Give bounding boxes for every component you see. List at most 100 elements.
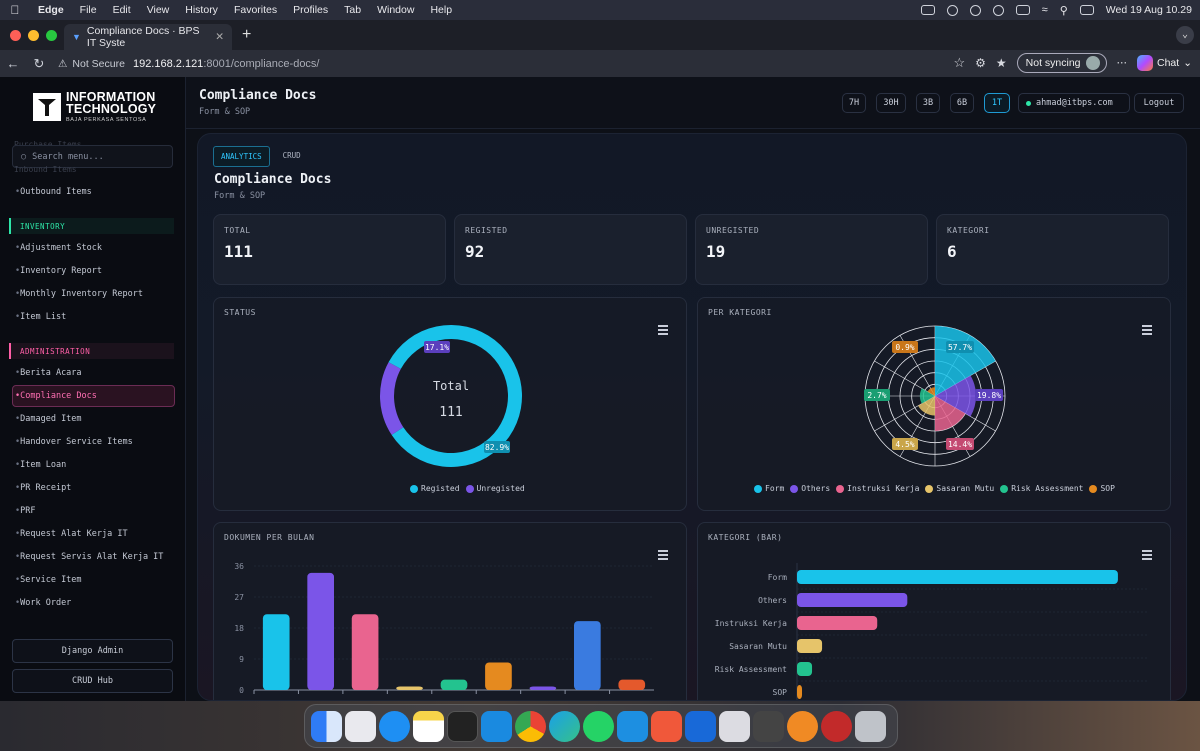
sidebar-item-monthly-inventory-report[interactable]: •Monthly Inventory Report	[15, 289, 143, 299]
donut-slice-unregisted[interactable]	[380, 362, 404, 435]
menubar-tab[interactable]: Tab	[336, 4, 369, 16]
url-field[interactable]: 192.168.2.121:8001/compliance-docs/	[133, 58, 320, 70]
sidebar-item-service-item[interactable]: •Service Item	[15, 575, 82, 585]
terminal-icon[interactable]	[447, 710, 478, 742]
legend-item-risk-assessment[interactable]: Risk Assessment	[1000, 484, 1083, 493]
sidebar-item-berita-acara[interactable]: •Berita Acara	[15, 368, 82, 378]
menubar-history[interactable]: History	[177, 4, 226, 16]
period-7h-button[interactable]: 7H	[842, 93, 866, 113]
favorite-star-icon[interactable]: ☆	[953, 55, 965, 71]
legend-item-instruksi-kerja[interactable]: Instruksi Kerja	[836, 484, 919, 493]
sidebar-item-item-list[interactable]: •Item List	[15, 312, 66, 322]
menubar-file[interactable]: File	[72, 4, 105, 16]
security-indicator[interactable]: ⚠ Not Secure	[58, 58, 125, 70]
sidebar-item-pr-receipt[interactable]: •PR Receipt	[15, 483, 71, 493]
monthly-bar[interactable]	[574, 621, 601, 690]
sidebar-item-outbound-items[interactable]: •Outbound Items	[15, 187, 92, 197]
menubar-help[interactable]: Help	[422, 4, 460, 16]
sidebar-item-adjustment-stock[interactable]: •Adjustment Stock	[15, 243, 102, 253]
menubar-favorites[interactable]: Favorites	[226, 4, 285, 16]
extensions-icon[interactable]: ⚙	[975, 56, 986, 70]
copilot-chat-button[interactable]: Chat ⌄	[1137, 55, 1192, 71]
play-icon[interactable]	[969, 4, 981, 16]
new-tab-icon[interactable]: +	[242, 26, 251, 44]
category-bar[interactable]	[797, 593, 908, 607]
legend-item-others[interactable]: Others	[790, 484, 830, 493]
sync-button[interactable]: Not syncing	[1016, 53, 1107, 73]
monthly-bar[interactable]	[351, 614, 379, 690]
monthly-bar[interactable]	[262, 614, 290, 690]
company-logo[interactable]: INFORMATION TECHNOLOGY BAJA PERKASA SENT…	[33, 91, 156, 123]
sidebar-item-inventory-report[interactable]: •Inventory Report	[15, 266, 102, 276]
vpn-icon[interactable]	[946, 4, 958, 16]
sidebar-item-compliance-docs[interactable]: • Compliance Docs	[12, 385, 175, 407]
monthly-bar[interactable]	[440, 679, 468, 690]
menubar-profiles[interactable]: Profiles	[285, 4, 336, 16]
control-center-icon[interactable]	[1079, 5, 1094, 15]
sidebar-item-handover-service-items[interactable]: •Handover Service Items	[15, 437, 133, 447]
sourcetree-icon[interactable]	[685, 710, 716, 742]
lock-app-icon[interactable]	[821, 710, 852, 742]
favorites-list-icon[interactable]: ★	[996, 56, 1007, 70]
screen-icon[interactable]	[920, 5, 935, 15]
crud-hub-button[interactable]: CRUD Hub	[12, 669, 173, 693]
menubar-view[interactable]: View	[139, 4, 178, 16]
period-30h-button[interactable]: 30H	[876, 93, 906, 113]
finder-icon[interactable]	[311, 710, 342, 742]
period-1t-button[interactable]: 1T	[984, 93, 1010, 113]
sidebar-item-inbound-items[interactable]: Inbound Items	[14, 165, 77, 174]
more-icon[interactable]: ⋯	[1117, 57, 1128, 69]
launchpad-icon[interactable]	[345, 710, 376, 742]
whatsapp-icon[interactable]	[583, 710, 614, 742]
monthly-bar[interactable]	[529, 686, 557, 690]
django-admin-button[interactable]: Django Admin	[12, 639, 173, 663]
menubar-window[interactable]: Window	[369, 4, 422, 16]
user-email-badge[interactable]: ahmad@itbps.com	[1018, 93, 1130, 113]
preview-icon[interactable]	[719, 710, 750, 742]
menubar-edit[interactable]: Edit	[105, 4, 139, 16]
moon-icon[interactable]	[992, 4, 1004, 16]
browser-tab[interactable]: ▼ Compliance Docs · BPS IT Syste ✕	[64, 24, 232, 50]
category-bar[interactable]	[797, 570, 1118, 584]
period-6b-button[interactable]: 6B	[950, 93, 974, 113]
sidebar-item-work-order[interactable]: •Work Order	[15, 598, 71, 608]
back-icon[interactable]: ←	[0, 56, 26, 71]
sidebar-item-prf[interactable]: •PRF	[15, 506, 35, 516]
logout-button[interactable]: Logout	[1134, 93, 1184, 113]
legend-item-sasaran-mutu[interactable]: Sasaran Mutu	[925, 484, 994, 493]
trash-icon[interactable]	[855, 710, 886, 742]
tab-crud[interactable]: CRUD	[276, 146, 308, 167]
category-bar[interactable]	[797, 662, 813, 676]
sidebar-item-request-alat-kerja-it[interactable]: •Request Alat Kerja IT	[15, 529, 128, 539]
legend-item-registed[interactable]: Registed	[410, 484, 460, 493]
monthly-bar[interactable]	[485, 662, 512, 690]
tab-list-chevron-icon[interactable]: ⌄	[1176, 26, 1194, 44]
safari-icon[interactable]	[379, 710, 410, 742]
docker-icon[interactable]	[617, 710, 648, 742]
menubar-clock[interactable]: Wed 19 Aug 10.29	[1106, 4, 1192, 16]
legend-item-sop[interactable]: SOP	[1089, 484, 1115, 493]
monthly-bar[interactable]	[618, 679, 646, 690]
chrome-icon[interactable]	[515, 710, 546, 742]
monthly-bar[interactable]	[396, 686, 423, 690]
legend-item-form[interactable]: Form	[754, 484, 784, 493]
spotlight-icon[interactable]: ⚲	[1060, 4, 1068, 17]
minimize-window-icon[interactable]	[28, 29, 39, 41]
monthly-bar[interactable]	[307, 572, 334, 690]
legend-item-unregisted[interactable]: Unregisted	[465, 484, 525, 493]
cloudflare-warp-icon[interactable]	[787, 710, 818, 742]
close-tab-icon[interactable]: ✕	[215, 31, 224, 43]
menubar-app[interactable]: Edge	[30, 4, 72, 16]
period-3b-button[interactable]: 3B	[916, 93, 940, 113]
edge-icon[interactable]	[549, 710, 580, 742]
battery-icon[interactable]	[1015, 5, 1030, 15]
vscode-icon[interactable]	[481, 710, 512, 742]
sidebar-item-item-loan[interactable]: •Item Loan	[15, 460, 66, 470]
close-window-icon[interactable]	[10, 29, 21, 41]
tab-analytics[interactable]: ANALYTICS	[213, 146, 270, 167]
notes-icon[interactable]	[413, 710, 444, 742]
reload-icon[interactable]: ↻	[26, 56, 52, 72]
pen-app-icon[interactable]	[651, 710, 682, 742]
category-bar[interactable]	[797, 639, 823, 653]
category-bar[interactable]	[797, 616, 878, 630]
